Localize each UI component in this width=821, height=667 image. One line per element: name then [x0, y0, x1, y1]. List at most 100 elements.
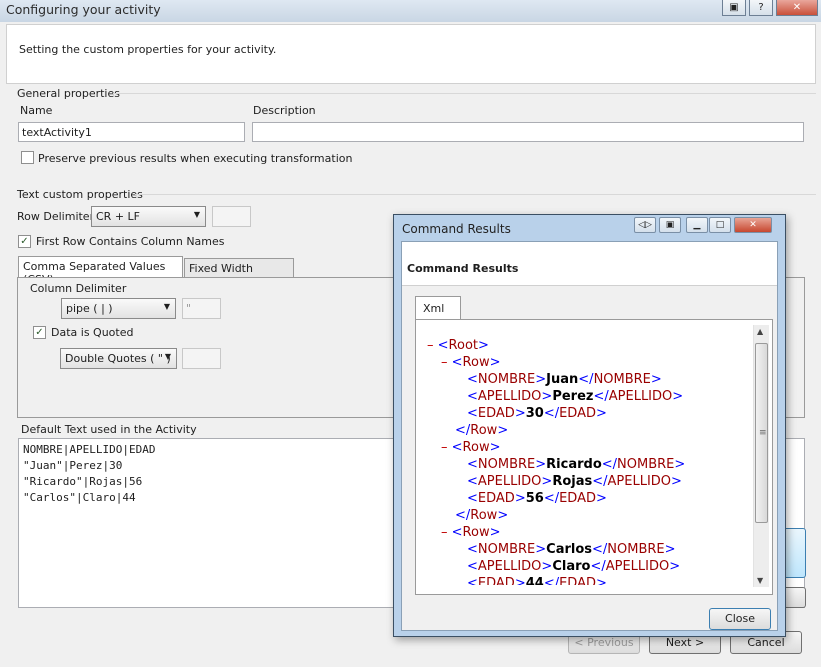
dialog-close-icon[interactable]: ✕ [734, 217, 772, 233]
xml-value: Perez [552, 389, 594, 404]
preserve-results-checkbox[interactable] [21, 151, 34, 164]
xml-tag: APELLIDO [477, 474, 542, 489]
tab-fixed-width[interactable]: Fixed Width Columns [184, 258, 294, 288]
description-label: Description [253, 104, 316, 117]
xml-tag: Row [462, 525, 490, 540]
xml-tag: EDAD [477, 576, 515, 585]
vertical-scrollbar[interactable]: ▲ ≡ ▼ [753, 325, 769, 587]
xml-field: <APELLIDO>Perez</APELLIDO> [467, 389, 684, 404]
xml-tag: NOMBRE [477, 457, 536, 472]
xml-value: 56 [525, 491, 544, 506]
xml-tag: EDAD [559, 576, 596, 585]
scroll-up-icon[interactable]: ▲ [757, 327, 763, 336]
xml-tag: APELLIDO [607, 474, 672, 489]
column-delimiter-select[interactable]: pipe ( | ) ▼ [61, 298, 176, 319]
general-properties-heading: General properties [17, 87, 120, 100]
xml-tag: EDAD [477, 406, 515, 421]
close-button[interactable]: Close [709, 608, 771, 630]
collapse-icon: – [441, 440, 452, 455]
xml-value: Carlos [546, 542, 593, 557]
scroll-down-icon[interactable]: ▼ [757, 576, 763, 585]
name-label: Name [20, 104, 53, 117]
xml-tag: EDAD [559, 491, 596, 506]
xml-tag: EDAD [477, 491, 515, 506]
xml-panel: – <Root> – <Row> <NOMBRE>Juan</NOMBRE> <APE… [415, 319, 773, 595]
close-window-button[interactable]: ✕ [776, 0, 818, 16]
xml-field: <APELLIDO>Rojas</APELLIDO> [467, 474, 682, 489]
scrollbar-thumb[interactable]: ≡ [755, 343, 768, 523]
row-delimiter-label: Row Delimiter [17, 210, 95, 223]
help-icon[interactable]: ? [749, 0, 773, 16]
xml-field: <NOMBRE>Carlos</NOMBRE> [467, 542, 676, 557]
xml-tag: EDAD [559, 406, 596, 421]
column-delimiter-value: pipe ( | ) [66, 302, 113, 315]
xml-field: <EDAD>56</EDAD> [467, 491, 607, 506]
xml-tag: Row [470, 508, 498, 523]
xml-tag: NOMBRE [477, 372, 536, 387]
xml-tag: APELLIDO [477, 559, 542, 574]
xml-field: <APELLIDO>Claro</APELLIDO> [467, 559, 681, 574]
chevron-down-icon: ▼ [193, 210, 200, 219]
dialog-body: Command Results Xml – <Root> – <Row> <NOMB… [401, 241, 778, 631]
window-title: Configuring your activity [6, 2, 161, 17]
dialog-header-text: Command Results [407, 262, 519, 275]
data-quoted-checkbox[interactable]: ✓ [33, 326, 46, 339]
default-text-label: Default Text used in the Activity [21, 423, 197, 436]
chevron-down-icon: ▼ [164, 352, 171, 361]
xml-row-close: </Row> [455, 423, 509, 438]
dialog-title: Command Results [402, 222, 511, 236]
divider [135, 194, 816, 195]
collapse-icon: – [427, 338, 438, 353]
maximize-icon[interactable]: □ [709, 217, 731, 233]
xml-root-open: – <Root> [427, 338, 489, 353]
row-delimiter-select[interactable]: CR + LF ▼ [91, 206, 206, 227]
grip-icon: ≡ [759, 428, 767, 438]
xml-tree[interactable]: – <Root> – <Row> <NOMBRE>Juan</NOMBRE> <APE… [421, 325, 747, 585]
xml-row-open: – <Row> [441, 355, 501, 370]
xml-tag: NOMBRE [593, 372, 651, 387]
xml-value: 30 [525, 406, 544, 421]
divider [113, 93, 816, 94]
quote-char-select[interactable]: Double Quotes ( " ) ▼ [60, 348, 177, 369]
tab-xml[interactable]: Xml [415, 296, 461, 320]
quote-char-value: Double Quotes ( " ) [65, 352, 171, 365]
xml-value: Rojas [552, 474, 593, 489]
column-delimiter-custom-input: " [182, 298, 221, 319]
minimize-icon[interactable]: ▁ [686, 217, 708, 233]
xml-tag: NOMBRE [477, 542, 536, 557]
copy-icon[interactable]: ▣ [659, 217, 681, 233]
xml-tag: APELLIDO [477, 389, 542, 404]
xml-value: 44 [525, 576, 544, 585]
xml-field: <NOMBRE>Ricardo</NOMBRE> [467, 457, 686, 472]
name-input[interactable]: textActivity1 [18, 122, 245, 142]
xml-value: Ricardo [546, 457, 602, 472]
tab-csv[interactable]: Comma Separated Values (CSV) [18, 256, 183, 286]
header-banner: Setting the custom properties for your a… [6, 24, 816, 84]
xml-tag: Root [448, 338, 478, 353]
quote-char-custom-input [182, 348, 221, 369]
xml-field: <EDAD>30</EDAD> [467, 406, 607, 421]
xml-tag: APELLIDO [608, 389, 673, 404]
first-row-checkbox[interactable]: ✓ [18, 235, 31, 248]
description-input[interactable] [252, 122, 804, 142]
xml-tag: Row [470, 423, 498, 438]
xml-tag: NOMBRE [607, 542, 665, 557]
xml-field: <NOMBRE>Juan</NOMBRE> [467, 372, 662, 387]
code-icon[interactable]: ◁▷ [634, 217, 656, 233]
xml-tag: NOMBRE [617, 457, 675, 472]
xml-row-open: – <Row> [441, 440, 501, 455]
chevron-down-icon: ▼ [163, 302, 170, 311]
banner-text: Setting the custom properties for your a… [19, 43, 277, 56]
command-results-dialog: Command Results ◁▷ ▣ ▁ □ ✕ Command Resul… [393, 214, 786, 637]
column-delimiter-label: Column Delimiter [30, 282, 127, 295]
title-bar[interactable]: Configuring your activity ▣ ? ✕ [0, 0, 821, 22]
xml-tag: Row [462, 355, 490, 370]
preserve-results-label: Preserve previous results when executing… [38, 152, 353, 165]
xml-value: Claro [552, 559, 591, 574]
first-row-label: First Row Contains Column Names [36, 235, 225, 248]
text-properties-heading: Text custom properties [17, 188, 143, 201]
row-delimiter-custom-input [212, 206, 251, 227]
xml-tag: APELLIDO [605, 559, 670, 574]
xml-row-close: </Row> [455, 508, 509, 523]
restore-icon[interactable]: ▣ [722, 0, 746, 16]
